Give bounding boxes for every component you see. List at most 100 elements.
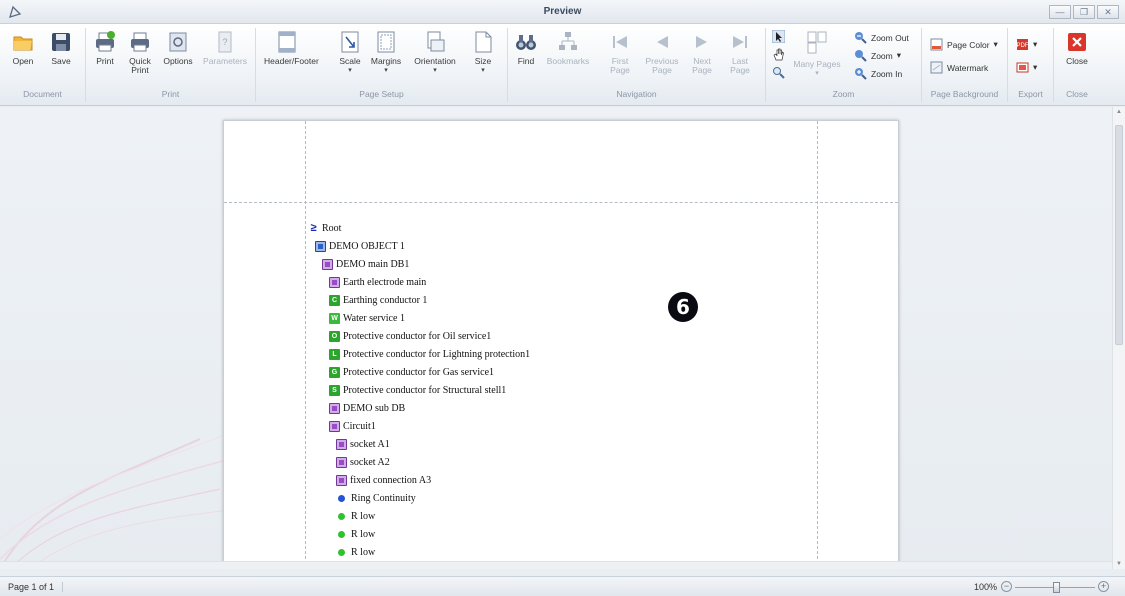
zoom-minus-icon[interactable]: − (1001, 581, 1012, 592)
zoom-in-icon (855, 68, 867, 80)
tree-node-label: Earth electrode main (343, 276, 427, 288)
restore-button[interactable]: ❐ (1073, 5, 1095, 19)
pointer-tool-button[interactable] (772, 30, 785, 43)
export-image-button[interactable]: ▾ (1016, 61, 1037, 74)
tree-node: G Protective conductor for Gas service1 (329, 365, 494, 379)
sub-db-icon (329, 402, 340, 414)
svg-text:?: ? (222, 37, 227, 47)
zoom-plus-icon[interactable]: + (1098, 581, 1109, 592)
tree-node: L Protective conductor for Lightning prot… (329, 347, 530, 361)
save-button[interactable]: Save (46, 30, 76, 66)
scroll-thumb[interactable] (1115, 125, 1123, 345)
group-label-zoom: Zoom (832, 89, 855, 99)
step-marker-badge: 6 (668, 292, 698, 322)
tree-node-label: Protective conductor for Oil service1 (343, 330, 492, 342)
print-button[interactable]: Print (90, 30, 120, 66)
magnifier-icon (773, 67, 785, 79)
parameters-icon: ? (218, 31, 232, 53)
tree-node-label: DEMO main DB1 (336, 258, 410, 270)
vertical-scrollbar[interactable]: ▲ ▼ (1112, 107, 1125, 569)
magnifier-tool-button[interactable] (772, 66, 785, 79)
horizontal-scrollbar[interactable] (0, 561, 1112, 569)
tree-node-label: Earthing conductor 1 (343, 294, 428, 306)
size-button[interactable]: Size ▾ (468, 30, 498, 75)
tree-node-label: Root (322, 222, 342, 234)
zoom-in-button[interactable]: Zoom In (854, 67, 902, 80)
tree-node: R low (336, 527, 375, 541)
tree-node: DEMO sub DB (329, 401, 405, 415)
tree-node-label: Water service 1 (343, 312, 405, 324)
bookmarks-tree-icon (559, 32, 577, 50)
tree-node-label: fixed connection A3 (350, 474, 432, 486)
orientation-button[interactable]: Orientation ▾ (412, 30, 458, 75)
options-button[interactable]: Options (162, 30, 194, 66)
zoom-slider-knob[interactable] (1053, 582, 1060, 593)
next-page-button[interactable]: Next Page (688, 30, 716, 75)
scale-icon (341, 31, 359, 53)
scroll-down-icon[interactable]: ▼ (1116, 561, 1122, 567)
first-page-button[interactable]: First Page (606, 30, 634, 75)
parameters-button[interactable]: ? Parameters (202, 30, 248, 66)
tree-node: socket A2 (336, 455, 390, 469)
header-footer-button[interactable]: Header/Footer (264, 30, 319, 66)
zoom-dropdown[interactable]: Zoom ▾ (854, 49, 901, 62)
previous-page-button[interactable]: Previous Page (644, 30, 680, 75)
tree-node: R low (336, 545, 375, 559)
earth-electrode-icon (329, 276, 340, 288)
tree-node: fixed connection A3 (336, 473, 431, 487)
close-group: Close Close (1054, 28, 1100, 102)
export-group: PDF ▾ ▾ Export (1008, 28, 1054, 102)
tree-node-label: DEMO OBJECT 1 (329, 240, 405, 252)
find-button[interactable]: Find (512, 30, 540, 66)
conductor-l-icon: L (329, 348, 340, 360)
document-group: Open Save Document (0, 28, 86, 102)
hand-icon (773, 48, 784, 61)
close-preview-button[interactable]: Close (1062, 30, 1092, 66)
zoom-level-label: 100% (973, 582, 997, 592)
tree-node-label: R low (351, 528, 376, 540)
conductor-w-icon: W (329, 312, 340, 324)
quick-print-button[interactable]: Quick Print (124, 30, 156, 75)
pdf-icon: PDF (1017, 39, 1029, 50)
quick-printer-icon (131, 32, 149, 52)
close-window-button[interactable]: ✕ (1097, 5, 1119, 19)
green-dot-icon (338, 530, 345, 538)
margins-icon (377, 31, 395, 53)
zoom-out-button[interactable]: Zoom Out (854, 31, 909, 44)
floppy-disk-icon (52, 33, 70, 51)
printer-icon (96, 31, 115, 52)
watermark-button[interactable]: Watermark (930, 61, 988, 74)
many-pages-button[interactable]: Many Pages ▾ (792, 30, 842, 78)
zoom-slider[interactable]: − + (1001, 581, 1109, 593)
bookmarks-button[interactable]: Bookmarks (544, 30, 592, 66)
tree-node: DEMO OBJECT 1 (315, 239, 405, 253)
margins-button[interactable]: Margins ▾ (369, 30, 403, 75)
hand-tool-button[interactable] (772, 48, 785, 61)
tree-node-label: Protective conductor for Gas service1 (343, 366, 495, 378)
tree-node: R low (336, 509, 375, 523)
last-page-button[interactable]: Last Page (726, 30, 754, 75)
title-bar: Preview — ❐ ✕ (0, 0, 1125, 24)
background-decoration (0, 428, 240, 569)
green-dot-icon (338, 512, 345, 520)
folder-icon (13, 36, 33, 51)
report-page[interactable]: ≥ Root DEMO OBJECT 1 DEMO main DB1 Earth ele… (223, 120, 899, 569)
close-icon (1068, 33, 1086, 51)
page-background-group: Page Color ▾ Watermark Page Background (922, 28, 1008, 102)
top-margin-guide (224, 202, 898, 203)
page-color-button[interactable]: Page Color ▾ (930, 38, 998, 51)
page-setup-group: Header/Footer Scale ▾ Margins ▾ Orientatio… (256, 28, 508, 102)
open-button[interactable]: Open (8, 30, 38, 66)
tree-node-label: socket A2 (350, 456, 390, 468)
navigation-group: Find Bookmarks First Page Previous Page … (508, 28, 766, 102)
group-label-document: Document (23, 89, 62, 99)
minimize-button[interactable]: — (1049, 5, 1071, 19)
preview-workspace[interactable]: ≥ Root DEMO OBJECT 1 DEMO main DB1 Earth ele… (0, 107, 1125, 569)
scale-button[interactable]: Scale ▾ (336, 30, 364, 75)
group-label-close: Close (1066, 89, 1088, 99)
conductor-c-icon: C (329, 294, 340, 306)
previous-page-icon (657, 36, 668, 48)
options-page-icon (169, 32, 187, 52)
scroll-up-icon[interactable]: ▲ (1116, 109, 1122, 115)
export-pdf-button[interactable]: PDF ▾ (1016, 38, 1037, 51)
